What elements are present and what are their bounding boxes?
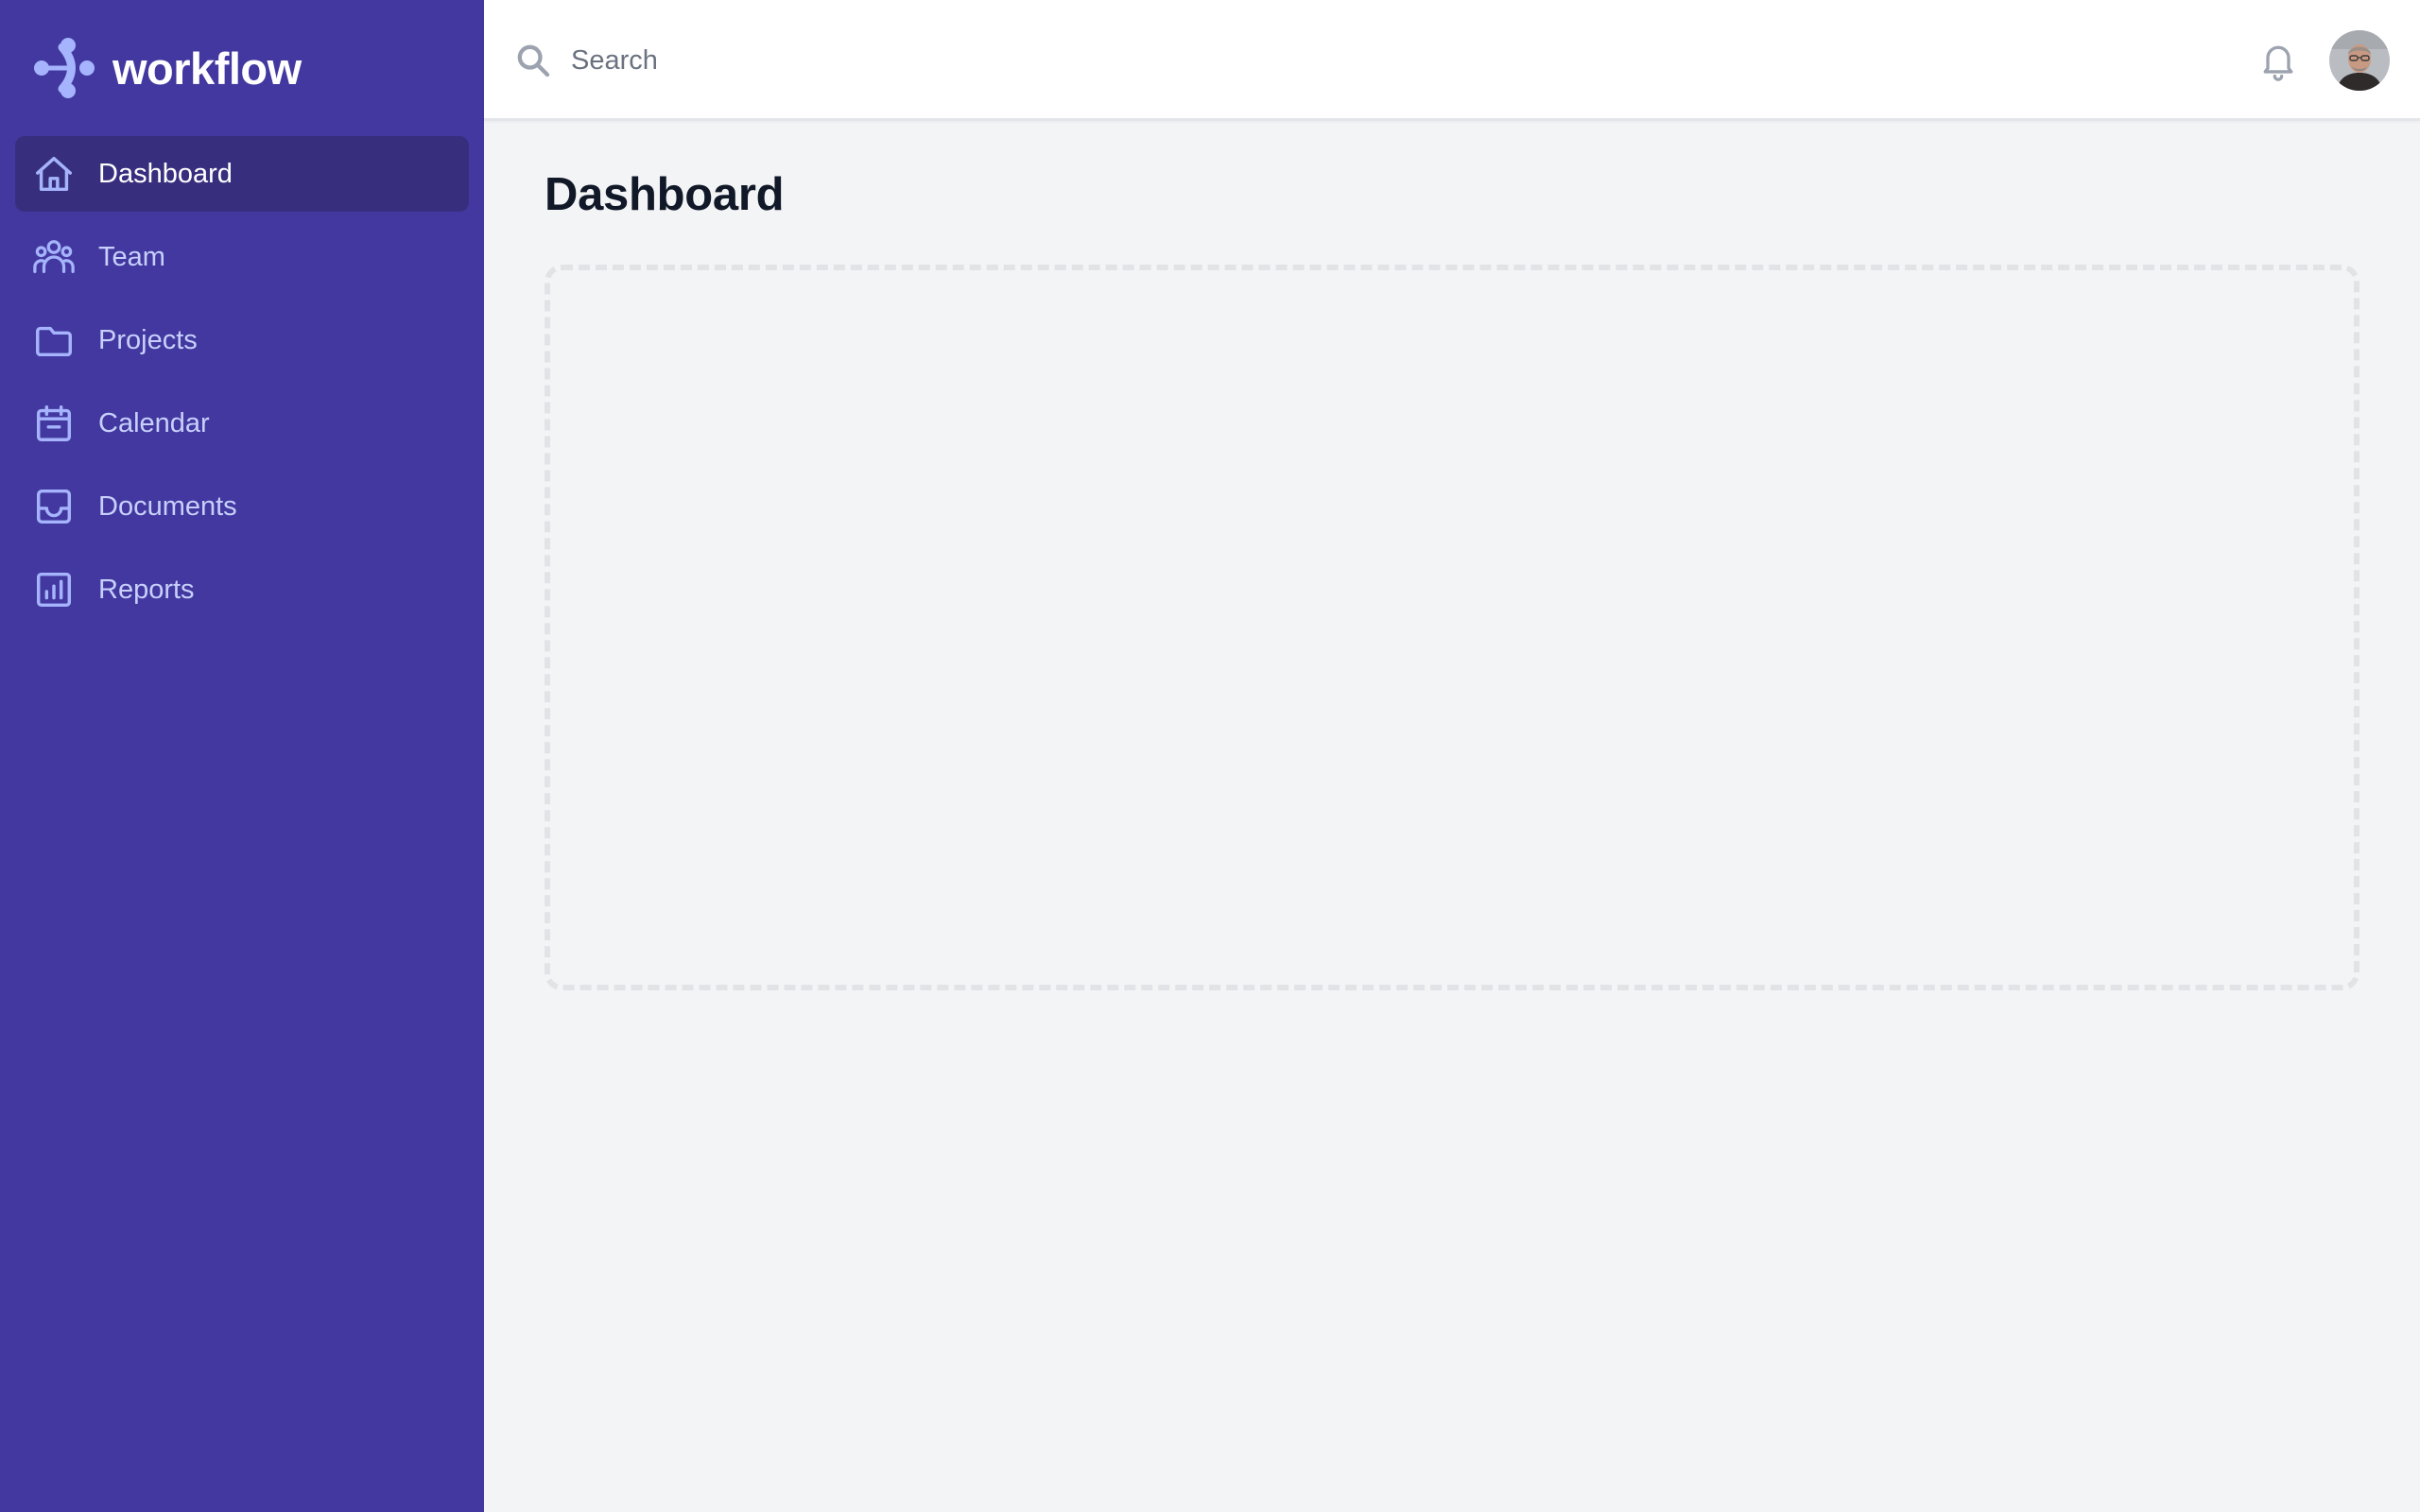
app-window: workflow Dashboard Team Projects Calenda…	[0, 0, 2420, 1512]
sidebar-item-documents[interactable]: Documents	[15, 469, 469, 544]
chart-bar-icon	[32, 568, 76, 611]
sidebar-item-reports[interactable]: Reports	[15, 552, 469, 627]
sidebar-item-label: Projects	[98, 324, 198, 355]
calendar-icon	[32, 402, 76, 445]
sidebar-item-team[interactable]: Team	[15, 219, 469, 295]
notifications-button[interactable]	[2254, 36, 2303, 85]
sidebar-item-label: Reports	[98, 574, 195, 605]
folder-icon	[32, 318, 76, 362]
workflow-logo-icon	[34, 38, 95, 98]
sidebar-item-dashboard[interactable]: Dashboard	[15, 136, 469, 212]
user-avatar[interactable]	[2329, 30, 2390, 91]
sidebar-item-projects[interactable]: Projects	[15, 302, 469, 378]
inbox-icon	[32, 485, 76, 528]
brand[interactable]: workflow	[31, 36, 302, 100]
users-icon	[32, 235, 76, 279]
page-title: Dashboard	[544, 169, 785, 220]
home-icon	[32, 152, 76, 196]
sidebar-item-label: Team	[98, 241, 165, 272]
sidebar-item-calendar[interactable]: Calendar	[15, 386, 469, 461]
bell-icon	[2263, 45, 2293, 81]
sidebar-item-label: Calendar	[98, 407, 210, 438]
search-icon	[517, 44, 550, 77]
sidebar-item-label: Documents	[98, 490, 237, 522]
avatar-image	[2329, 30, 2390, 91]
top-bar	[484, 0, 2420, 121]
sidebar-item-label: Dashboard	[98, 158, 233, 189]
content-placeholder	[544, 265, 2360, 990]
search-input[interactable]	[571, 34, 1705, 87]
sidebar-nav: Dashboard Team Projects Calendar Documen…	[15, 136, 469, 635]
brand-name: workflow	[112, 43, 302, 94]
sidebar: workflow Dashboard Team Projects Calenda…	[0, 0, 484, 1512]
